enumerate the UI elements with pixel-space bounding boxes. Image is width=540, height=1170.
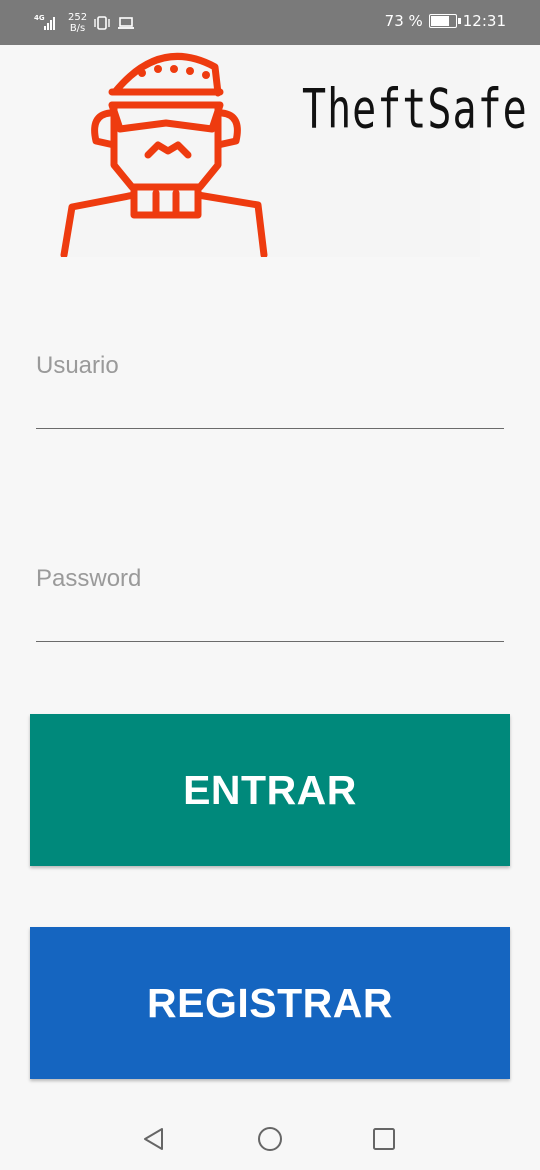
status-right-group: 73 % 12:31	[385, 12, 506, 30]
password-field[interactable]: Password	[36, 561, 504, 642]
home-icon[interactable]	[256, 1125, 284, 1153]
data-speed-unit: B/s	[69, 23, 86, 34]
username-underline	[36, 427, 504, 429]
battery-icon	[428, 14, 461, 28]
navigation-bar	[0, 1107, 540, 1170]
status-bar: 4G 252 B/s 73 % 12:31	[0, 0, 540, 45]
password-placeholder: Password	[36, 565, 142, 592]
recents-icon[interactable]	[370, 1125, 398, 1153]
register-button[interactable]: REGISTRAR	[30, 927, 510, 1079]
back-icon[interactable]	[140, 1125, 168, 1153]
clock: 12:31	[462, 12, 506, 30]
battery-percent: 73 %	[384, 12, 423, 30]
password-underline	[36, 640, 504, 642]
vibrate-icon	[94, 16, 110, 30]
data-speed: 252 B/s	[68, 12, 87, 34]
status-left-group: 4G 252 B/s	[34, 10, 135, 36]
laptop-icon	[118, 17, 135, 29]
brand-wordmark: TheftSafe	[302, 79, 528, 142]
data-speed-value: 252	[68, 12, 88, 23]
username-field[interactable]: Usuario	[36, 348, 504, 429]
username-placeholder: Usuario	[36, 352, 119, 379]
app-logo: TheftSafe	[60, 45, 527, 257]
thief-mascot-icon	[60, 52, 268, 257]
signal-icon: 4G	[34, 13, 62, 33]
login-button[interactable]: ENTRAR	[30, 714, 510, 866]
